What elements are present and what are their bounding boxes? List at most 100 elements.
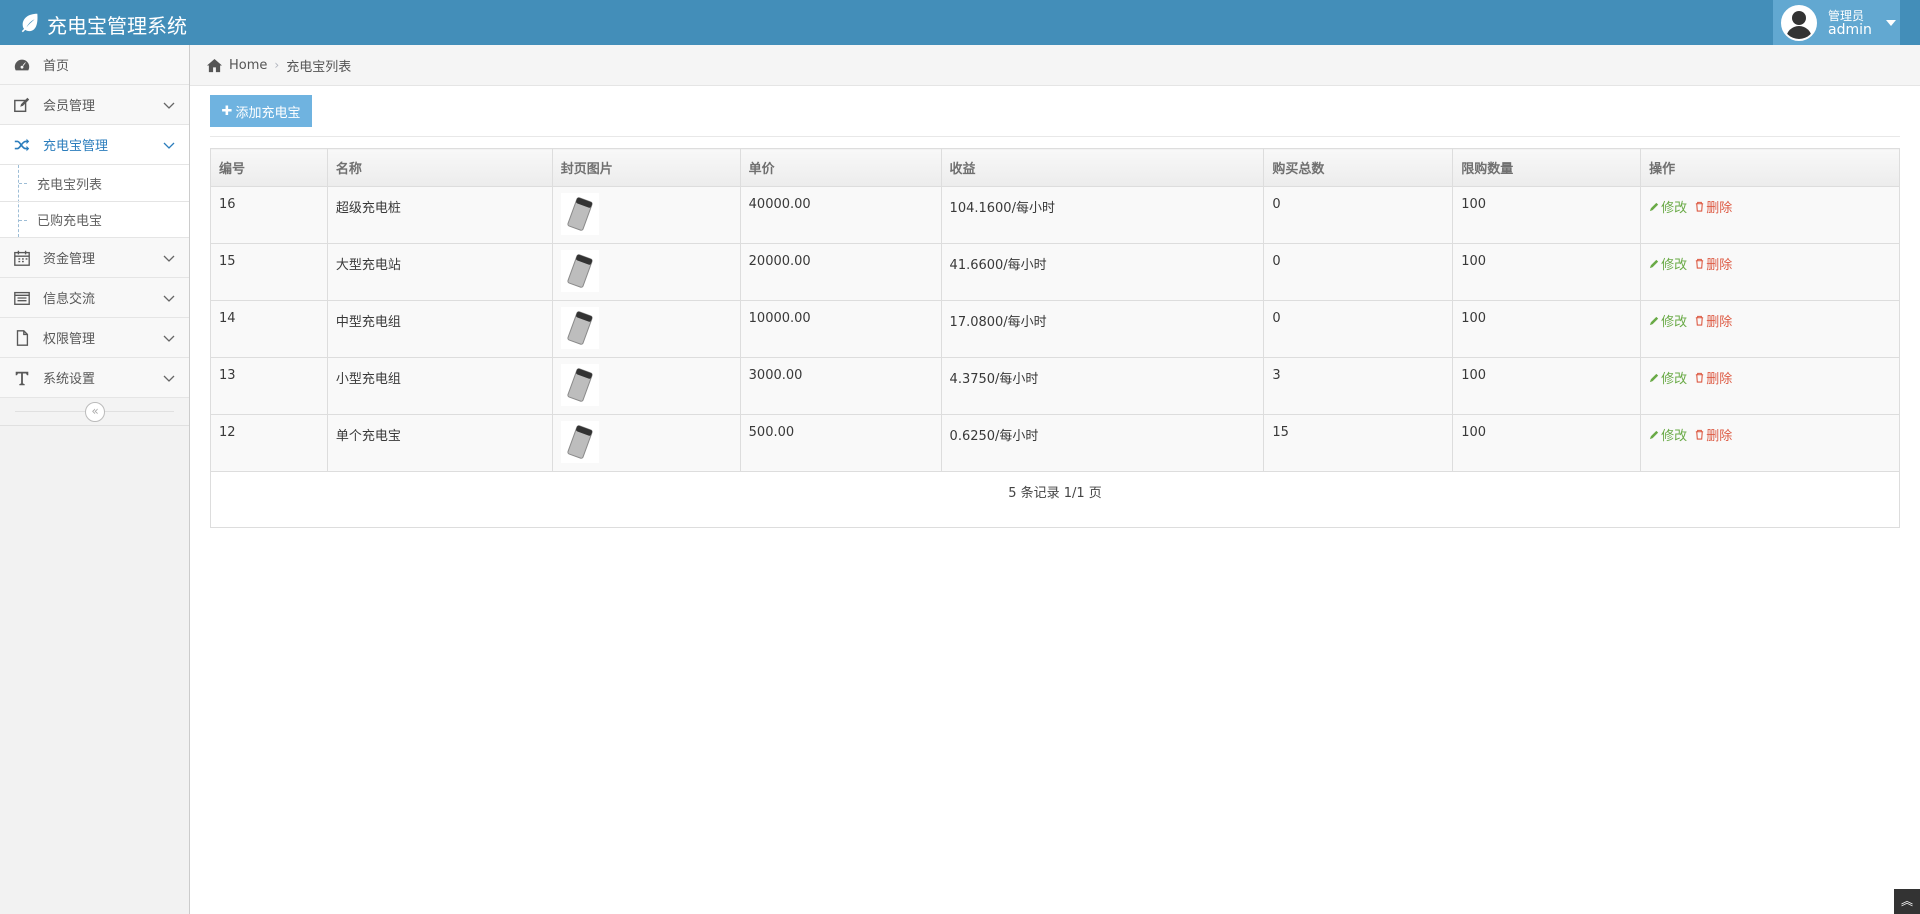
delete-label: 删除 [1706, 315, 1733, 330]
user-menu[interactable]: 管理员 admin [1773, 0, 1900, 45]
scroll-to-top-icon[interactable]: ︽ [1894, 889, 1920, 914]
cell-income: 0.6250/每小时 [940, 414, 1265, 472]
cell-cover [551, 186, 741, 244]
column-header-id[interactable]: 编号 [210, 148, 328, 187]
chevron-down-icon [163, 255, 175, 262]
delete-link[interactable]: 删除 [1694, 368, 1732, 387]
cell-cover [551, 414, 741, 472]
table-row: 13 小型充电组 3000.00 4.3750/每小时 3 100 修改 删除 [210, 357, 1900, 415]
leaf-icon [19, 11, 41, 38]
collapse-sidebar-icon[interactable]: « [85, 402, 105, 422]
cell-cover [551, 300, 741, 358]
breadcrumb: Home › 充电宝列表 [190, 45, 1920, 86]
edit-label: 修改 [1661, 201, 1688, 216]
delete-link[interactable]: 删除 [1694, 254, 1732, 273]
cell-price: 10000.00 [739, 300, 942, 358]
caret-down-icon [1885, 19, 1896, 26]
trash-icon [1696, 315, 1704, 326]
pencil-icon [1650, 373, 1659, 383]
top-navbar: 充电宝管理系统 管理员 admin [0, 0, 1920, 45]
sidebar-item-label: 信息交流 [43, 292, 96, 307]
delete-link[interactable]: 删除 [1694, 311, 1732, 330]
edit-label: 修改 [1661, 315, 1688, 330]
powerbank-thumbnail[interactable] [560, 364, 599, 406]
breadcrumb-separator: › [274, 58, 280, 72]
submenu-powerbank: 充电宝列表 已购充电宝 [0, 165, 189, 238]
powerbank-thumbnail[interactable] [560, 421, 599, 463]
sidebar-item-label: 系统设置 [43, 372, 96, 387]
home-icon [207, 58, 222, 72]
cell-price: 40000.00 [739, 186, 942, 244]
sidebar-item-home[interactable]: 首页 [0, 45, 189, 85]
edit-link[interactable]: 修改 [1649, 311, 1687, 330]
cell-name: 大型充电站 [326, 243, 553, 301]
powerbank-thumbnail[interactable] [560, 307, 599, 349]
submenu-item-label: 充电宝列表 [37, 177, 103, 193]
sidebar-item-label: 会员管理 [43, 99, 96, 114]
edit-label: 修改 [1661, 372, 1688, 387]
delete-link[interactable]: 删除 [1694, 425, 1732, 444]
powerbank-thumbnail[interactable] [560, 193, 599, 235]
dashboard-icon [12, 55, 32, 75]
column-header-limit[interactable]: 限购数量 [1452, 148, 1642, 187]
edit-icon [12, 95, 32, 115]
cell-name: 小型充电组 [326, 357, 553, 415]
cell-cover [551, 243, 741, 301]
chevron-down-icon [163, 375, 175, 382]
sidebar-item-label: 充电宝管理 [43, 139, 109, 154]
cell-name: 中型充电组 [326, 300, 553, 358]
text-icon [12, 368, 32, 388]
sidebar-item-label: 首页 [43, 59, 70, 74]
column-header-income[interactable]: 收益 [940, 148, 1265, 187]
pagination-info: 5 条记录 1/1 页 [210, 471, 1900, 528]
edit-link[interactable]: 修改 [1649, 254, 1687, 273]
divider [210, 136, 1900, 137]
edit-link[interactable]: 修改 [1649, 197, 1687, 216]
pencil-icon [1650, 259, 1659, 269]
edit-link[interactable]: 修改 [1649, 425, 1687, 444]
trash-icon [1696, 372, 1704, 383]
table-row: 12 单个充电宝 500.00 0.6250/每小时 15 100 修改 删除 [210, 414, 1900, 472]
edit-link[interactable]: 修改 [1649, 368, 1687, 387]
chevron-down-icon [163, 295, 175, 302]
cell-income: 17.0800/每小时 [940, 300, 1265, 358]
cell-actions: 修改 删除 [1640, 414, 1900, 472]
submenu-item-label: 已购充电宝 [37, 214, 103, 229]
sidebar-collapse-bar: « [0, 398, 189, 426]
submenu-item-powerbank-list[interactable]: 充电宝列表 [0, 165, 189, 201]
edit-label: 修改 [1661, 258, 1688, 273]
sidebar-item-settings[interactable]: 系统设置 [0, 358, 189, 398]
cell-bought: 0 [1263, 243, 1454, 301]
sidebar-item-permissions[interactable]: 权限管理 [0, 318, 189, 358]
sidebar-item-members[interactable]: 会员管理 [0, 85, 189, 125]
cell-bought: 15 [1263, 414, 1454, 472]
cell-id: 12 [210, 414, 328, 472]
trash-icon [1696, 429, 1704, 440]
avatar [1781, 4, 1817, 41]
pencil-icon [1650, 202, 1659, 212]
cell-income: 4.3750/每小时 [940, 357, 1265, 415]
sidebar-item-label: 权限管理 [43, 332, 96, 347]
powerbank-thumbnail[interactable] [560, 250, 599, 292]
cell-bought: 0 [1263, 186, 1454, 244]
brand[interactable]: 充电宝管理系统 [19, 10, 187, 39]
sidebar-item-funds[interactable]: 资金管理 [0, 238, 189, 278]
user-role: 管理员 [1828, 8, 1865, 23]
add-powerbank-button[interactable]: ✚ 添加充电宝 [210, 95, 312, 127]
column-header-name[interactable]: 名称 [326, 148, 553, 187]
random-icon [12, 135, 32, 155]
cell-income: 41.6600/每小时 [940, 243, 1265, 301]
sidebar-item-powerbank[interactable]: 充电宝管理 [0, 125, 189, 165]
column-header-bought[interactable]: 购买总数 [1263, 148, 1454, 187]
delete-link[interactable]: 删除 [1694, 197, 1732, 216]
cell-limit: 100 [1452, 300, 1642, 358]
submenu-item-purchased[interactable]: 已购充电宝 [0, 201, 189, 237]
column-header-cover[interactable]: 封页图片 [551, 148, 741, 187]
sidebar-item-messages[interactable]: 信息交流 [0, 278, 189, 318]
sidebar-item-label: 资金管理 [43, 252, 96, 267]
column-header-price[interactable]: 单价 [739, 148, 942, 187]
breadcrumb-home-link[interactable]: Home [229, 58, 267, 73]
cell-limit: 100 [1452, 357, 1642, 415]
file-icon [12, 328, 32, 348]
add-button-label: 添加充电宝 [235, 105, 301, 121]
